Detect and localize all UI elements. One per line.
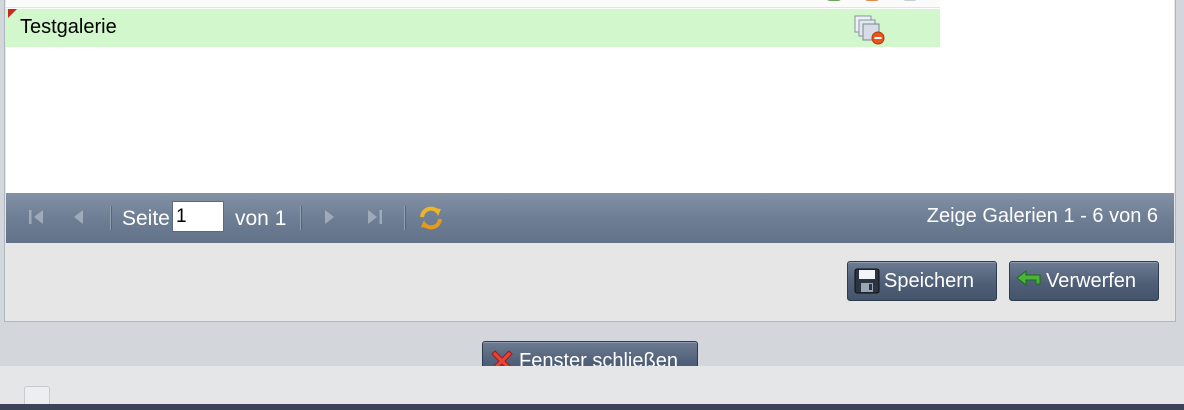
page-number-input[interactable]	[172, 201, 224, 232]
table-row[interactable]: Testgalerie	[6, 9, 940, 47]
refresh-icon[interactable]	[417, 204, 445, 232]
page-count-label: von 1	[235, 207, 287, 230]
next-page-icon[interactable]	[318, 206, 340, 228]
grid-body: Testgalerie	[6, 0, 1174, 193]
taskbar	[0, 404, 1184, 410]
toolbar-separator	[110, 206, 112, 230]
gallery-remove-icon[interactable]	[854, 15, 886, 45]
toolbar-separator	[404, 206, 406, 230]
gallery-icon[interactable]	[826, 0, 842, 1]
window-panel: Testgalerie Seite von 1	[0, 0, 1184, 366]
last-page-icon[interactable]	[363, 206, 385, 228]
first-page-icon[interactable]	[26, 206, 48, 228]
paging-status: Zeige Galerien 1 - 6 von 6	[926, 205, 1158, 227]
previous-page-icon[interactable]	[68, 206, 90, 228]
gallery-icon[interactable]	[864, 0, 880, 1]
gallery-name: Testgalerie	[20, 16, 117, 38]
gallery-grid-panel: Testgalerie Seite von 1	[4, 0, 1176, 322]
undo-arrow-icon	[1016, 269, 1041, 287]
save-button[interactable]: Speichern	[847, 261, 997, 301]
gallery-icon[interactable]	[902, 0, 918, 1]
page-label: Seite	[122, 207, 170, 230]
desktop-area	[0, 366, 1184, 408]
discard-button-label: Verwerfen	[1046, 269, 1137, 292]
table-row-partial[interactable]	[6, 0, 940, 8]
paging-toolbar: Seite von 1 Zeige Galerien 1 - 6 von 6	[6, 193, 1174, 243]
discard-button[interactable]: Verwerfen	[1009, 261, 1159, 301]
floppy-disk-icon	[854, 268, 880, 294]
toolbar-separator	[300, 206, 302, 230]
dirty-marker-icon	[8, 9, 17, 18]
save-button-label: Speichern	[884, 269, 975, 292]
